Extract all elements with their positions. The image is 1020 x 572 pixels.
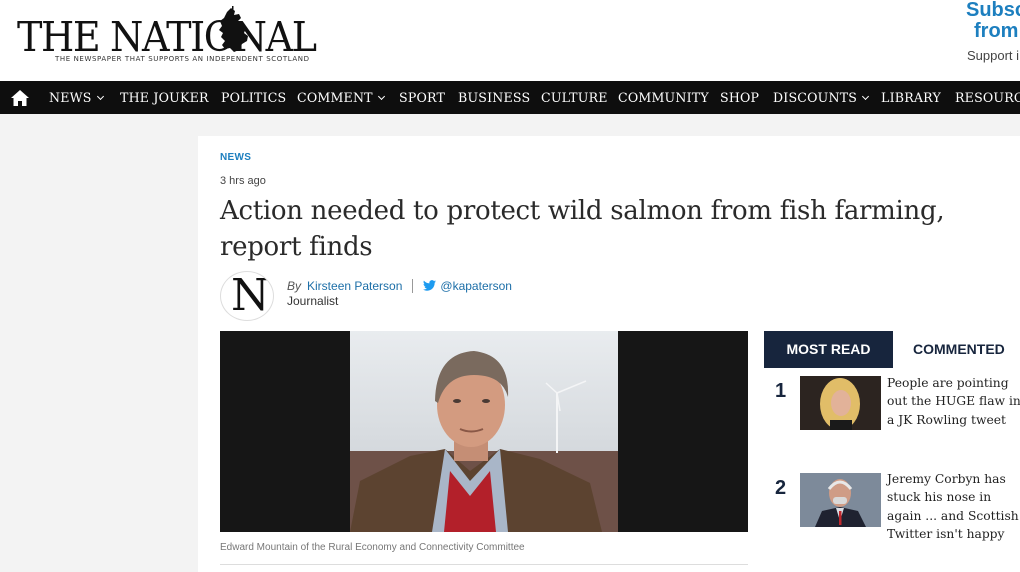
- main-nav: NEWS THE JOUKER POLITICS COMMENT SPORT B…: [0, 81, 1020, 114]
- home-icon[interactable]: [10, 89, 30, 107]
- logo-wordmark: THE NATIONAL: [17, 13, 317, 61]
- subscribe-line-3: Support i: [967, 48, 1020, 63]
- nav-item-sport[interactable]: SPORT: [399, 81, 445, 114]
- nav-item-business[interactable]: BUSINESS: [458, 81, 530, 114]
- article-kicker[interactable]: NEWS: [220, 152, 251, 163]
- most-read-headline[interactable]: People are pointing out the HUGE flaw in…: [887, 374, 1020, 429]
- most-read-headline[interactable]: Jeremy Corbyn has stuck his nose in agai…: [887, 470, 1020, 544]
- author-avatar[interactable]: N: [220, 271, 274, 321]
- article-hero-image[interactable]: [220, 331, 748, 532]
- scotland-map-icon: [219, 6, 248, 52]
- byline: By Kirsteen Paterson @kapaterson: [287, 276, 512, 293]
- chevron-down-icon: [377, 92, 385, 101]
- tab-commented[interactable]: COMMENTED: [893, 331, 1020, 368]
- twitter-handle-link[interactable]: @kapaterson: [440, 279, 512, 293]
- tab-most-read[interactable]: MOST READ: [764, 331, 893, 368]
- subscribe-line-1: Subsc: [966, 0, 1020, 21]
- nav-item-community[interactable]: COMMUNITY: [618, 81, 709, 114]
- twitter-icon[interactable]: [423, 280, 437, 291]
- article-headline: Action needed to protect wild salmon fro…: [220, 196, 945, 262]
- nav-item-shop[interactable]: SHOP: [720, 81, 759, 114]
- nav-item-comment[interactable]: COMMENT: [297, 81, 385, 114]
- nav-item-the-jouker[interactable]: THE JOUKER: [120, 81, 209, 114]
- nav-item-news[interactable]: NEWS: [49, 81, 104, 114]
- byline-divider: [412, 279, 414, 293]
- article-timestamp: 3 hrs ago: [220, 175, 266, 187]
- nav-item-library[interactable]: LIBRARY: [881, 81, 941, 114]
- nav-item-politics[interactable]: POLITICS: [221, 81, 286, 114]
- most-read-thumbnail[interactable]: [800, 376, 881, 430]
- site-header: THE NATIONAL THE NEWSPAPER THAT SUPPORTS…: [0, 0, 1020, 81]
- image-caption: Edward Mountain of the Rural Economy and…: [220, 542, 525, 553]
- nav-item-culture[interactable]: CULTURE: [541, 81, 608, 114]
- subscribe-line-2: from: [974, 20, 1019, 42]
- most-read-thumbnail[interactable]: [800, 473, 881, 527]
- most-read-rank: 2: [775, 477, 787, 499]
- chevron-down-icon: [96, 92, 104, 101]
- logo-tagline: THE NEWSPAPER THAT SUPPORTS AN INDEPENDE…: [55, 55, 310, 63]
- nav-item-resources[interactable]: RESOURCES: [955, 81, 1020, 114]
- avatar-letter: N: [231, 271, 270, 321]
- author-role: Journalist: [287, 294, 339, 308]
- site-logo[interactable]: THE NATIONAL THE NEWSPAPER THAT SUPPORTS…: [17, 6, 357, 66]
- portrait-photo: [350, 331, 618, 532]
- byline-by: By: [287, 279, 302, 293]
- most-read-rank: 1: [775, 380, 787, 402]
- nav-item-discounts[interactable]: DISCOUNTS: [773, 81, 870, 114]
- divider: [220, 564, 748, 565]
- author-link[interactable]: Kirsteen Paterson: [307, 279, 402, 293]
- chevron-down-icon: [862, 92, 870, 101]
